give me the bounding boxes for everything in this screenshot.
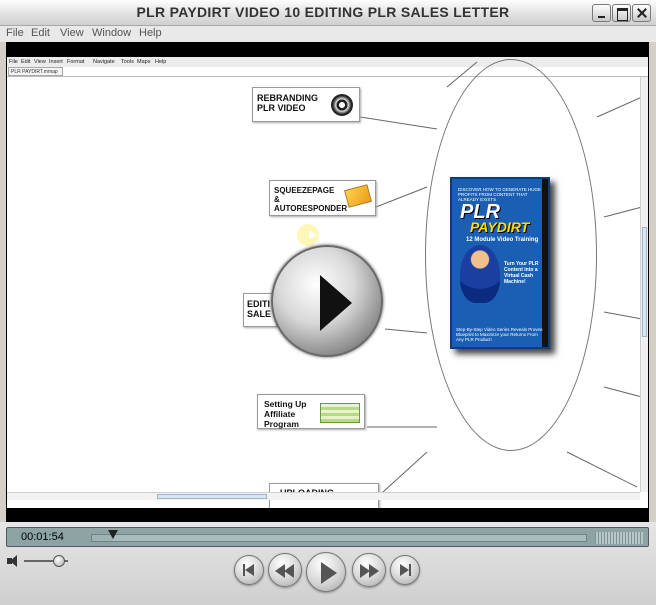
close-button[interactable] [632, 4, 651, 22]
node-squeezepage: SQUEEZEPAGE & AUTORESPONDER [269, 180, 376, 216]
menu-view[interactable]: View [60, 27, 84, 39]
video-frame[interactable]: File Edit View Insert Format Navigate To… [6, 42, 649, 522]
menu-help[interactable]: Help [139, 27, 162, 39]
film-reel-icon [331, 94, 353, 116]
seek-bar[interactable]: 00:01:54 [6, 527, 649, 547]
current-time: 00:01:54 [21, 531, 64, 543]
skip-end-bar [409, 564, 411, 576]
skip-back-button[interactable] [234, 555, 264, 585]
menu-file[interactable]: File [6, 27, 24, 39]
title-bar: PLR PAYDIRT VIDEO 10 EDITING PLR SALES L… [0, 0, 656, 26]
skip-end-icon [400, 564, 409, 576]
resize-grip[interactable] [595, 532, 643, 544]
rewind-button[interactable] [268, 553, 302, 587]
play-icon [321, 562, 337, 584]
player-controls: 00:01:54 [0, 522, 656, 605]
mascot-image [460, 245, 500, 303]
fast-forward-arrow [369, 564, 379, 578]
seek-track[interactable] [91, 530, 587, 542]
dvd-title-paydirt: PAYDIRT [470, 219, 530, 235]
menu-window[interactable]: Window [92, 27, 131, 39]
minimize-button[interactable] [592, 4, 611, 22]
inner-vertical-scrollbar [640, 77, 648, 492]
maximize-button[interactable] [612, 4, 631, 22]
inner-scroll-thumb [642, 227, 647, 337]
dvd-footer: Step-By-Step Video Series Reveals Proven… [456, 327, 543, 342]
big-play-icon[interactable] [271, 245, 383, 357]
money-icon [320, 403, 360, 423]
product-dvd-box: DISCOVER HOW TO GENERATE HUGE PROFITS FR… [450, 177, 550, 349]
node-affiliate: Setting Up Affiliate Program [257, 394, 365, 429]
skip-start-arrow [245, 564, 254, 576]
inner-horizontal-scrollbar [7, 492, 640, 500]
skip-forward-button[interactable] [390, 555, 420, 585]
dvd-header: DISCOVER HOW TO GENERATE HUGE PROFITS FR… [458, 187, 542, 202]
rewind-arrow [284, 564, 294, 578]
play-button[interactable] [306, 552, 346, 592]
node-rebranding: REBRANDING PLR VIDEO [252, 87, 360, 122]
menu-bar: File Edit View Window Help [0, 26, 656, 42]
volume-knob[interactable] [53, 555, 66, 567]
dvd-subtitle: 12 Module Video Training [466, 237, 539, 243]
inner-scroll-thumb [157, 494, 267, 499]
dvd-tagline: Turn Your PLR Content into a Virtual Cas… [504, 261, 539, 285]
speaker-icon[interactable] [7, 555, 21, 567]
menu-edit[interactable]: Edit [31, 27, 50, 39]
seek-thumb[interactable] [108, 530, 119, 539]
window-title: PLR PAYDIRT VIDEO 10 EDITING PLR SALES L… [136, 4, 510, 20]
fast-forward-button[interactable] [352, 553, 386, 587]
